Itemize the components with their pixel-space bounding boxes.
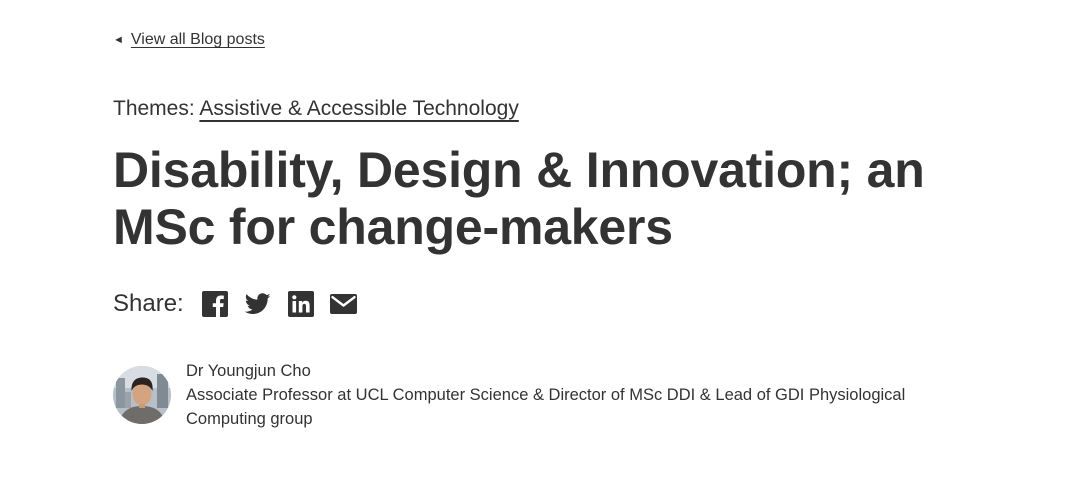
facebook-icon[interactable] [201,290,229,318]
theme-link[interactable]: Assistive & Accessible Technology [199,97,518,120]
author-name: Dr Youngjun Cho [186,362,311,380]
themes-line: Themes: Assistive & Accessible Technolog… [113,97,519,121]
share-label: Share: [113,290,184,317]
author-role: Associate Professor at UCL Computer Scie… [186,386,906,428]
themes-prefix: Themes: [113,97,200,120]
back-arrow-icon: ◄ [113,33,124,46]
twitter-icon[interactable] [244,290,272,318]
author-avatar [113,366,171,424]
author-block: Dr Youngjun Cho Associate Professor at U… [113,359,916,431]
back-link-label: View all Blog posts [130,31,265,48]
page-title: Disability, Design & Innovation; an MSc … [113,142,925,255]
email-icon[interactable] [330,290,358,318]
view-all-blog-posts-link[interactable]: ◄ View all Blog posts [113,31,265,49]
share-bar: Share: [113,290,373,318]
author-info: Dr Youngjun Cho Associate Professor at U… [186,359,916,431]
linkedin-icon[interactable] [287,290,315,318]
